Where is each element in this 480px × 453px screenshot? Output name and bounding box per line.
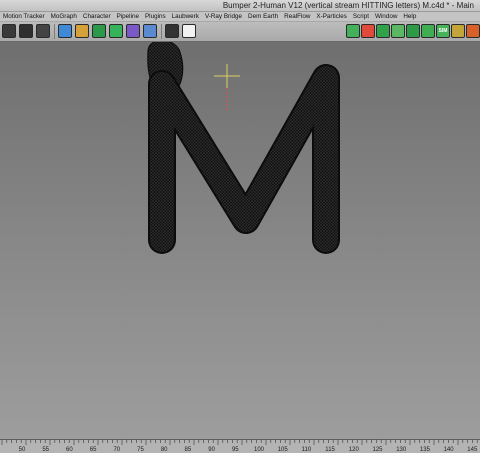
timeline-label: 100 bbox=[254, 447, 265, 453]
cloner-icon[interactable] bbox=[109, 24, 123, 38]
pen-icon[interactable] bbox=[75, 24, 89, 38]
menu-bar: Motion Tracker MoGraph Character Pipeline Pl… bbox=[0, 12, 480, 22]
render-region-icon[interactable] bbox=[2, 24, 16, 38]
menu-item-script[interactable]: Script bbox=[350, 12, 372, 21]
timeline-label: 60 bbox=[66, 447, 73, 453]
menu-item-mograph[interactable]: MoGraph bbox=[48, 12, 80, 21]
menu-item-x-particles[interactable]: X-Particles bbox=[313, 12, 349, 21]
3d-viewport[interactable] bbox=[0, 42, 480, 439]
render-view-icon[interactable] bbox=[19, 24, 33, 38]
menu-item-realflow[interactable]: RealFlow bbox=[281, 12, 313, 21]
menu-item-v-ray-bridge[interactable]: V-Ray Bridge bbox=[202, 12, 245, 21]
timeline-label: 110 bbox=[302, 447, 312, 453]
cube-icon[interactable] bbox=[58, 24, 72, 38]
timeline-label: 115 bbox=[325, 447, 335, 453]
window-title: Bumper 2-Human V12 (vertical stream HITT… bbox=[222, 1, 474, 10]
timeline-label: 135 bbox=[420, 447, 431, 453]
menu-item-window[interactable]: Window bbox=[372, 12, 400, 21]
timeline-label: 120 bbox=[349, 447, 360, 453]
timeline-ruler[interactable]: 50 55 60 65 70 75 80 85 90 95 100 105 110 115 120 125 13… bbox=[0, 439, 480, 453]
menu-item-motion-tracker[interactable]: Motion Tracker bbox=[0, 12, 48, 21]
timeline-label: 90 bbox=[208, 447, 215, 453]
timeline-ticks[interactable]: 50 55 60 65 70 75 80 85 90 95 100 105 110 115 120 125 13… bbox=[0, 440, 480, 453]
timeline-label: 50 bbox=[19, 447, 26, 453]
subdivision-icon[interactable] bbox=[92, 24, 106, 38]
xp-question-icon[interactable] bbox=[391, 24, 405, 38]
sim-label: SIM bbox=[438, 28, 448, 34]
menu-item-plugins[interactable]: Plugins bbox=[142, 12, 169, 21]
timeline-label: 75 bbox=[137, 447, 144, 453]
axis-gizmo[interactable] bbox=[214, 64, 240, 110]
menu-item-help[interactable]: Help bbox=[400, 12, 419, 21]
timeline-label: 95 bbox=[232, 447, 239, 453]
deformer-icon[interactable] bbox=[126, 24, 140, 38]
xp-sim-icon[interactable]: SIM bbox=[436, 24, 450, 38]
scene-icon[interactable] bbox=[143, 24, 157, 38]
xp-modifier-icon[interactable] bbox=[406, 24, 420, 38]
timeline-label: 125 bbox=[372, 447, 383, 453]
timeline-label: 85 bbox=[185, 447, 192, 453]
menu-item-pipeline[interactable]: Pipeline bbox=[114, 12, 142, 21]
timeline-label: 105 bbox=[278, 447, 289, 453]
letter-m-mesh[interactable] bbox=[148, 64, 340, 254]
xp-system-icon[interactable] bbox=[346, 24, 360, 38]
xp-emitter-icon[interactable] bbox=[361, 24, 375, 38]
timeline-label: 80 bbox=[161, 447, 168, 453]
timeline-label: 65 bbox=[90, 447, 97, 453]
timeline-label: 145 bbox=[467, 447, 478, 453]
viewport-canvas[interactable] bbox=[0, 42, 480, 439]
toolbar: SIM bbox=[0, 22, 480, 42]
xp-fx-icon[interactable] bbox=[466, 24, 480, 38]
toolbar-separator bbox=[161, 24, 162, 39]
timeline-label: 130 bbox=[396, 447, 407, 453]
menu-item-laubwerk[interactable]: Laubwerk bbox=[169, 12, 202, 21]
menu-item-character[interactable]: Character bbox=[80, 12, 114, 21]
camera-icon[interactable] bbox=[165, 24, 179, 38]
toolbar-separator bbox=[54, 24, 55, 39]
xp-generator-icon[interactable] bbox=[376, 24, 390, 38]
xp-dynamics-icon[interactable] bbox=[421, 24, 435, 38]
render-settings-icon[interactable] bbox=[36, 24, 50, 38]
timeline-label: 70 bbox=[113, 447, 120, 453]
menu-item-dem-earth[interactable]: Dem Earth bbox=[245, 12, 281, 21]
timeline-label: 140 bbox=[444, 447, 455, 453]
timeline-label: 55 bbox=[42, 447, 49, 453]
title-bar: Bumper 2-Human V12 (vertical stream HITT… bbox=[0, 0, 480, 12]
light-icon[interactable] bbox=[182, 24, 196, 38]
xp-cache-icon[interactable] bbox=[451, 24, 465, 38]
